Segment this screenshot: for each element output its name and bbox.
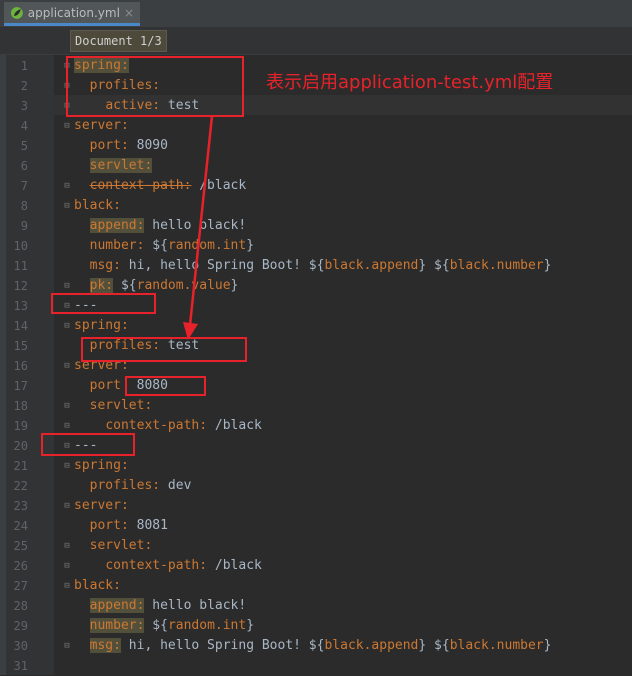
highlight-box-profiles-test [81, 337, 247, 362]
code-line[interactable]: number: ${random.int} [74, 616, 254, 636]
highlight-box-separator-2 [41, 433, 135, 456]
code-line[interactable]: spring: [74, 316, 129, 336]
code-line[interactable]: context-path: /black [74, 556, 262, 576]
fold-marker-icon[interactable]: ⊟ [62, 401, 72, 411]
code-line[interactable]: msg: hi, hello Spring Boot! ${black.appe… [74, 256, 552, 276]
line-number: 18 [13, 399, 28, 413]
code-line[interactable]: port: 8081 [74, 516, 168, 536]
code-line[interactable]: black: [74, 576, 121, 596]
fold-marker-icon[interactable]: ⊟ [62, 181, 72, 191]
line-number: 24 [13, 519, 28, 533]
fold-marker-icon[interactable]: ⊟ [62, 561, 72, 571]
code-line[interactable]: number: ${random.int} [74, 236, 254, 256]
line-number: 8 [20, 199, 28, 213]
line-number: 15 [13, 339, 28, 353]
line-number: 28 [13, 599, 28, 613]
code-line[interactable]: msg: hi, hello Spring Boot! ${black.appe… [74, 636, 551, 656]
highlight-box-port-8080 [125, 376, 206, 396]
line-number: 1 [20, 59, 28, 73]
editor-tab-bar: application.yml × [0, 0, 632, 28]
line-number: 21 [13, 459, 28, 473]
line-number: 11 [13, 259, 28, 273]
fold-marker-icon[interactable]: ⊟ [62, 201, 72, 211]
fold-marker-icon[interactable]: ⊟ [62, 501, 72, 511]
highlight-box-separator-1 [51, 293, 156, 314]
fold-marker-icon[interactable]: ⊟ [62, 281, 72, 291]
fold-marker-icon[interactable]: ⊟ [62, 581, 72, 591]
annotation-text: 表示启用application-test.yml配置 [266, 72, 554, 93]
line-number: 3 [20, 99, 28, 113]
code-line[interactable]: spring: [74, 456, 129, 476]
tab-filename: application.yml [27, 5, 120, 20]
line-number: 23 [13, 499, 28, 513]
code-line[interactable]: append: hello black! [74, 596, 246, 616]
line-number: 10 [13, 239, 28, 253]
fold-marker-icon[interactable]: ⊟ [62, 461, 72, 471]
line-number: 17 [13, 379, 28, 393]
code-line[interactable]: servlet: [74, 156, 153, 176]
fold-marker-icon[interactable]: ⊟ [62, 121, 72, 131]
tab-application-yml[interactable]: application.yml × [4, 2, 140, 26]
code-line[interactable]: append: hello black! [74, 216, 246, 236]
line-number: 4 [20, 119, 28, 133]
close-tab-icon[interactable]: × [124, 6, 134, 20]
code-line[interactable]: profiles: dev [74, 476, 192, 496]
code-line[interactable]: servlet: [74, 536, 153, 556]
line-number: 20 [13, 439, 28, 453]
line-number: 19 [13, 419, 28, 433]
fold-marker-icon[interactable]: ⊟ [62, 321, 72, 331]
line-number: 26 [13, 559, 28, 573]
document-breadcrumb[interactable]: Document 1/3 [70, 30, 167, 52]
code-line[interactable]: context-path: /black [74, 176, 247, 196]
line-number: 30 [13, 639, 28, 653]
line-number: 22 [13, 479, 28, 493]
line-number: 31 [13, 659, 28, 673]
line-number: 2 [20, 79, 28, 93]
line-number: 29 [13, 619, 28, 633]
spring-leaf-icon [10, 6, 23, 19]
line-number: 25 [13, 539, 28, 553]
fold-marker-icon[interactable]: ⊟ [62, 641, 72, 651]
line-number: 6 [20, 159, 28, 173]
code-line[interactable]: server: [74, 496, 129, 516]
line-number: 14 [13, 319, 28, 333]
fold-marker-icon[interactable]: ⊟ [62, 361, 72, 371]
line-number: 9 [20, 219, 28, 233]
line-number: 27 [13, 579, 28, 593]
code-line[interactable]: server: [74, 116, 129, 136]
line-number: 13 [13, 299, 28, 313]
highlight-box-active-profile [66, 56, 244, 117]
code-line[interactable]: black: [74, 196, 121, 216]
line-number: 16 [13, 359, 28, 373]
line-number: 7 [20, 179, 28, 193]
fold-marker-icon[interactable]: ⊟ [62, 541, 72, 551]
line-number: 12 [13, 279, 28, 293]
line-number: 5 [20, 139, 28, 153]
fold-marker-icon[interactable]: ⊟ [62, 421, 72, 431]
code-line[interactable]: servlet: [74, 396, 153, 416]
code-line[interactable]: port: 8090 [74, 136, 168, 156]
